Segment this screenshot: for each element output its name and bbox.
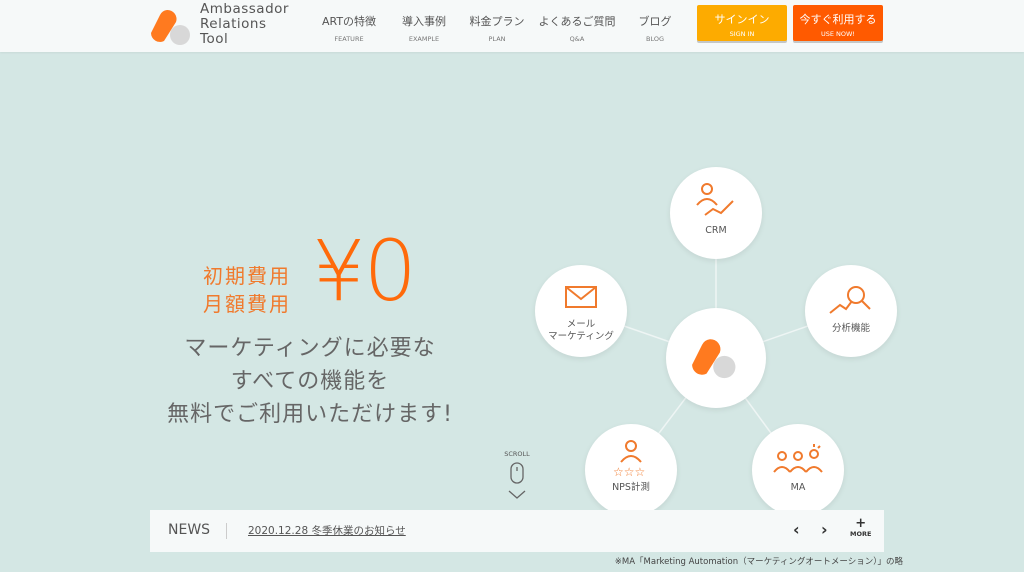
divider bbox=[226, 523, 227, 539]
plus-icon: + bbox=[855, 516, 867, 531]
svg-text:☆☆☆: ☆☆☆ bbox=[613, 465, 645, 478]
prev-news-chevron-left-icon[interactable]: ‹ bbox=[793, 520, 800, 539]
logo-icon bbox=[692, 339, 736, 379]
news-bar: NEWS 2020.12.28 冬季休業のお知らせ ‹ › + MORE bbox=[150, 510, 884, 552]
feature-ma[interactable]: MA bbox=[752, 424, 844, 516]
hub-logo-node bbox=[666, 308, 766, 408]
news-item-link[interactable]: 2020.12.28 冬季休業のお知らせ bbox=[248, 523, 406, 538]
scroll-label: SCROLL bbox=[504, 450, 530, 458]
more-label: MORE bbox=[850, 530, 872, 538]
feature-label-line: マーケティング bbox=[548, 331, 614, 342]
more-news-button[interactable]: + MORE bbox=[850, 516, 872, 538]
feature-nps[interactable]: ☆☆☆ NPS計測 bbox=[585, 424, 677, 516]
footnote: ※MA「Marketing Automation（マーケティングオートメーション… bbox=[614, 557, 903, 567]
scroll-indicator[interactable]: SCROLL bbox=[502, 450, 532, 505]
analysis-icon bbox=[829, 286, 871, 314]
mail-icon bbox=[565, 286, 597, 308]
nps-icon: ☆☆☆ bbox=[613, 440, 645, 479]
feature-label-line: メール bbox=[566, 319, 596, 330]
feature-label: メール マーケティング bbox=[535, 319, 627, 343]
feature-label: MA bbox=[790, 482, 806, 493]
feature-analysis[interactable]: 分析機能 bbox=[805, 265, 897, 357]
feature-label: 分析機能 bbox=[831, 323, 870, 334]
crm-icon bbox=[696, 183, 734, 216]
feature-crm[interactable]: CRM bbox=[670, 167, 762, 259]
news-title: NEWS bbox=[168, 522, 211, 538]
ma-icon bbox=[773, 444, 823, 473]
feature-mail-marketing[interactable]: メール マーケティング bbox=[535, 265, 627, 357]
mouse-chevron-down-icon bbox=[508, 462, 526, 499]
feature-label: NPS計測 bbox=[612, 482, 650, 493]
next-news-chevron-right-icon[interactable]: › bbox=[821, 520, 828, 539]
feature-label: CRM bbox=[705, 225, 727, 236]
